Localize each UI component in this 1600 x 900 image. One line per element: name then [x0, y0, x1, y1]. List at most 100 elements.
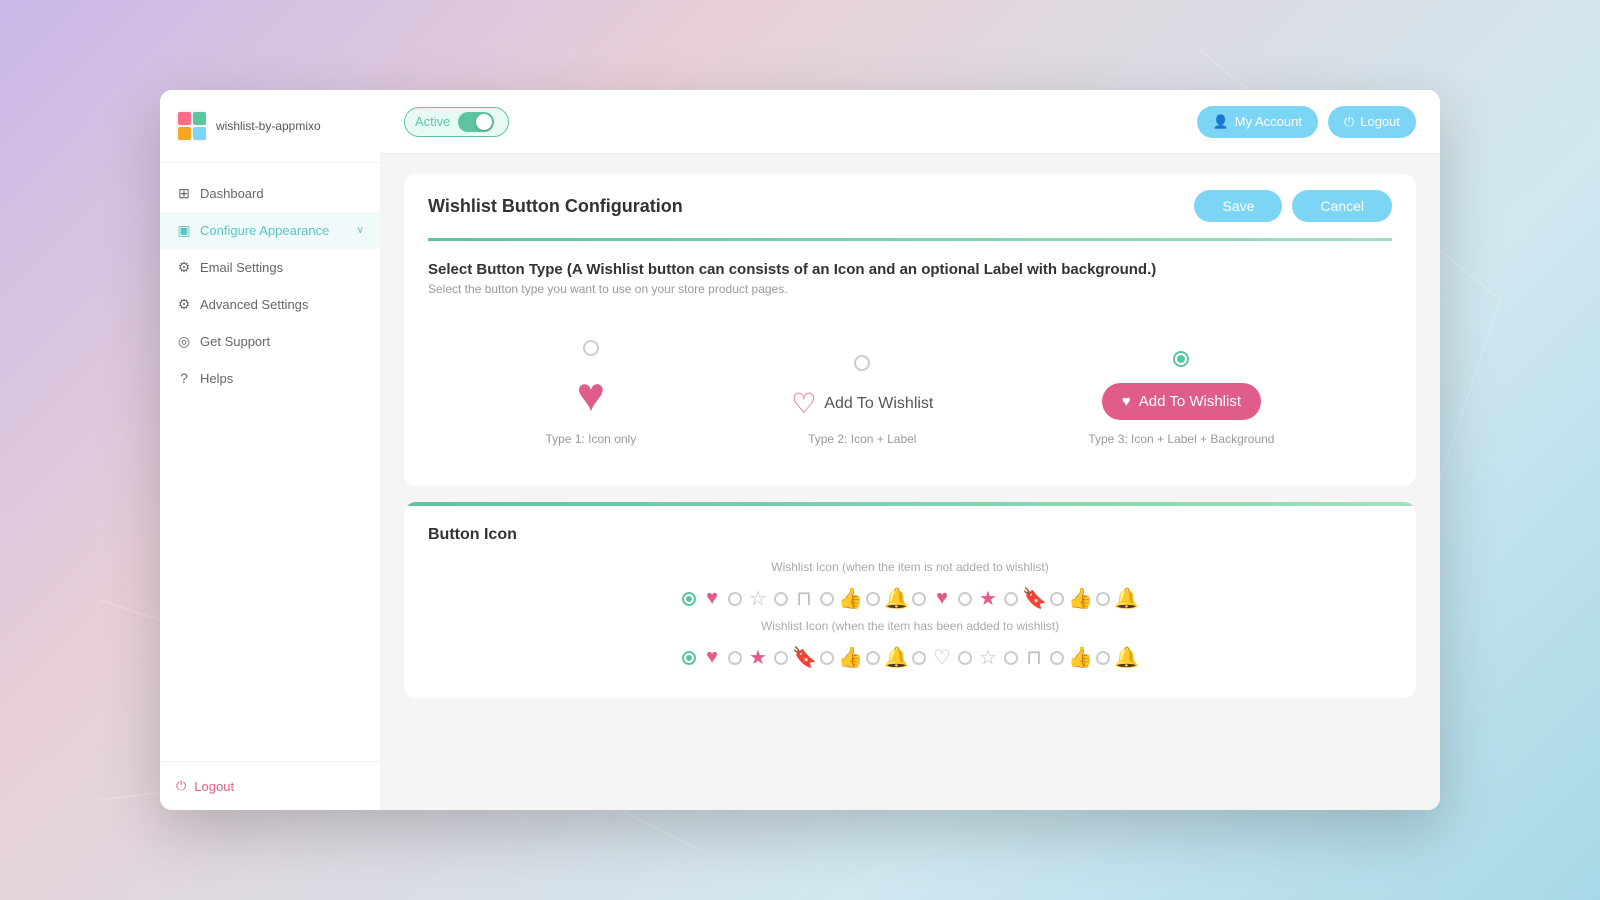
- icon-radio-bell-filled-active[interactable]: [866, 651, 880, 665]
- icon-radio-heart-outline-active[interactable]: [912, 651, 926, 665]
- icon-option-bell-outline-active: 🔔: [1096, 645, 1138, 670]
- icon-radio-thumb-filled-inactive[interactable]: [1050, 592, 1064, 606]
- type2-label: Type 2: Icon + Label: [808, 432, 916, 446]
- active-toggle[interactable]: [458, 112, 494, 132]
- icon-option-thumb-filled-inactive: 👍: [1050, 586, 1092, 611]
- star-filled-active-icon: ★: [746, 645, 770, 670]
- sidebar-item-label: Advanced Settings: [200, 297, 364, 312]
- type2-heart-icon: ♡: [791, 387, 816, 420]
- type3-heart-icon: ♥: [1122, 393, 1131, 410]
- sidebar-item-helps[interactable]: ? Helps: [160, 360, 380, 396]
- icon-option-thumb-filled-active: 👍: [820, 645, 862, 670]
- icon-radio-thumb-outline-active[interactable]: [1050, 651, 1064, 665]
- icon-radio-heart-inactive[interactable]: [682, 592, 696, 606]
- sidebar: wishlist-by-appmixo ⊞ Dashboard ▣ Config…: [160, 90, 380, 810]
- sidebar-item-dashboard[interactable]: ⊞ Dashboard: [160, 175, 380, 212]
- heart-filled2-icon: ♥: [930, 587, 954, 610]
- icon-section-body: Button Icon Wishlist Icon (when the item…: [404, 506, 1416, 698]
- icon-radio-bookmark-filled-inactive[interactable]: [1004, 592, 1018, 606]
- section-subtitle: Select the button type you want to use o…: [428, 282, 1392, 296]
- type2-preview: ♡ Add To Wishlist: [791, 387, 933, 420]
- bell-outline-icon: 🔔: [884, 586, 908, 611]
- sidebar-item-email-settings[interactable]: ⚙ Email Settings: [160, 249, 380, 286]
- heart-outline-active-icon: ♡: [930, 645, 954, 670]
- icon-option-star-inactive: ☆: [728, 586, 770, 611]
- page-title: Wishlist Button Configuration: [428, 196, 683, 217]
- header: Active 👤 My Account ⏻ Logout: [380, 90, 1440, 154]
- active-icon-row: ♥ ★ 🔖 👍: [428, 645, 1392, 670]
- section-title: Select Button Type (A Wishlist button ca…: [428, 261, 1392, 278]
- sidebar-logout-button[interactable]: ⏻ Logout: [176, 778, 364, 794]
- thumb-filled-active-icon: 👍: [838, 645, 862, 670]
- logout-icon: ⏻: [1344, 114, 1354, 130]
- icon-radio-bell-inactive[interactable]: [866, 592, 880, 606]
- type2-radio-row: [854, 355, 870, 371]
- icon-option-bookmark-filled-inactive: 🔖: [1004, 586, 1046, 611]
- heart-filled-icon: ♥: [700, 587, 724, 610]
- type3-radio[interactable]: [1173, 351, 1189, 367]
- icon-radio-star-filled-inactive[interactable]: [958, 592, 972, 606]
- configure-icon: ▣: [176, 222, 192, 239]
- icon-radio-bookmark-outline-active[interactable]: [1004, 651, 1018, 665]
- logout-label: Logout: [1360, 114, 1400, 129]
- sidebar-item-get-support[interactable]: ◎ Get Support: [160, 323, 380, 360]
- my-account-button[interactable]: 👤 My Account: [1197, 106, 1318, 138]
- header-actions: 👤 My Account ⏻ Logout: [1197, 106, 1416, 138]
- inactive-icon-label: Wishlist Icon (when the item is not adde…: [428, 560, 1392, 574]
- header-logout-button[interactable]: ⏻ Logout: [1328, 106, 1416, 138]
- thumb-outline-icon: 👍: [838, 586, 862, 611]
- icon-radio-thumb-inactive[interactable]: [820, 592, 834, 606]
- button-type-3: ♥ Add To Wishlist Type 3: Icon + Label +…: [1088, 351, 1274, 446]
- sidebar-logout-label: Logout: [194, 779, 234, 794]
- icon-radio-bell-filled-inactive[interactable]: [1096, 592, 1110, 606]
- icon-radio-star-outline-active[interactable]: [958, 651, 972, 665]
- sidebar-item-advanced-settings[interactable]: ⚙ Advanced Settings: [160, 286, 380, 323]
- sidebar-item-label: Dashboard: [200, 186, 364, 201]
- bookmark-filled-icon: 🔖: [1022, 586, 1046, 611]
- content-area[interactable]: Wishlist Button Configuration Save Cance…: [380, 154, 1440, 810]
- icon-radio-bookmark-filled-active[interactable]: [774, 651, 788, 665]
- icon-radio-bookmark-inactive[interactable]: [774, 592, 788, 606]
- heart-active-icon: ♥: [700, 646, 724, 669]
- bookmark-outline-icon: ⊓: [792, 586, 816, 611]
- button-types: ♥ Type 1: Icon only ♡ Add To Wishlist: [428, 320, 1392, 466]
- save-button[interactable]: Save: [1194, 190, 1282, 222]
- card-title-row: Wishlist Button Configuration Save Cance…: [404, 174, 1416, 238]
- type1-radio[interactable]: [583, 340, 599, 356]
- sidebar-item-label: Get Support: [200, 334, 364, 349]
- icon-radio-heart-filled-inactive[interactable]: [912, 592, 926, 606]
- app-window: wishlist-by-appmixo ⊞ Dashboard ▣ Config…: [160, 90, 1440, 810]
- sidebar-nav: ⊞ Dashboard ▣ Configure Appearance ∨ ⚙ E…: [160, 163, 380, 761]
- icon-radio-thumb-filled-active[interactable]: [820, 651, 834, 665]
- inactive-icon-row: ♥ ☆ ⊓ 👍: [428, 586, 1392, 611]
- active-label: Active: [415, 114, 450, 129]
- type3-add-wishlist-label: Add To Wishlist: [1139, 393, 1241, 410]
- icon-option-bookmark-outline-active: ⊓: [1004, 645, 1046, 670]
- icon-radio-star-inactive[interactable]: [728, 592, 742, 606]
- icon-option-bookmark-inactive: ⊓: [774, 586, 816, 611]
- advanced-icon: ⚙: [176, 296, 192, 313]
- icon-option-heart-outline-active: ♡: [912, 645, 954, 670]
- bell-outline-active-icon: 🔔: [1114, 645, 1138, 670]
- type1-radio-row: [583, 340, 599, 356]
- icon-radio-bell-outline-active[interactable]: [1096, 651, 1110, 665]
- type2-radio[interactable]: [854, 355, 870, 371]
- cancel-button[interactable]: Cancel: [1292, 190, 1392, 222]
- thumb-outline-active-icon: 👍: [1068, 645, 1092, 670]
- sidebar-item-label: Email Settings: [200, 260, 364, 275]
- button-icon-title: Button Icon: [428, 526, 1392, 544]
- bookmark-filled-active-icon: 🔖: [792, 645, 816, 670]
- icon-option-bookmark-filled-active: 🔖: [774, 645, 816, 670]
- bell-filled-icon: 🔔: [1114, 586, 1138, 611]
- icon-option-heart-inactive: ♥: [682, 587, 724, 610]
- sidebar-footer: ⏻ Logout: [160, 761, 380, 810]
- type2-add-wishlist-label: Add To Wishlist: [824, 395, 933, 413]
- sidebar-item-configure-appearance[interactable]: ▣ Configure Appearance ∨: [160, 212, 380, 249]
- type3-preview: ♥ Add To Wishlist: [1102, 383, 1261, 420]
- icon-radio-star-filled-active[interactable]: [728, 651, 742, 665]
- icon-radio-heart-active[interactable]: [682, 651, 696, 665]
- icon-option-star-filled-inactive: ★: [958, 586, 1000, 611]
- logo-icon: [176, 110, 208, 142]
- config-card: Wishlist Button Configuration Save Cance…: [404, 174, 1416, 486]
- active-badge[interactable]: Active: [404, 107, 509, 137]
